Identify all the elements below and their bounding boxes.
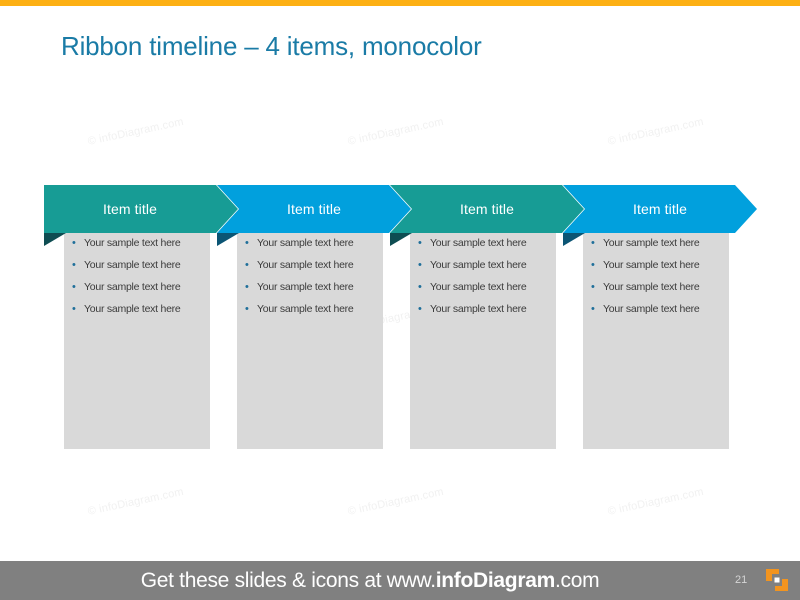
- bullet-text: Your sample text here: [430, 281, 527, 293]
- bullet-dot-icon: •: [245, 259, 249, 271]
- ribbon-shape: [217, 185, 411, 233]
- ribbon-shape: [563, 185, 757, 233]
- bullet-dot-icon: •: [72, 281, 76, 293]
- bullet-item: • Your sample text here: [72, 237, 202, 250]
- bullet-item: • Your sample text here: [245, 259, 375, 272]
- bullet-text: Your sample text here: [84, 237, 181, 249]
- bullet-item: • Your sample text here: [72, 303, 202, 316]
- bullet-dot-icon: •: [245, 303, 249, 315]
- bullet-item: • Your sample text here: [418, 303, 548, 316]
- bullet-text: Your sample text here: [603, 237, 700, 249]
- ribbon-fold-shadow: [563, 233, 585, 246]
- bullet-text: Your sample text here: [257, 303, 354, 315]
- bullet-item: • Your sample text here: [245, 281, 375, 294]
- bullet-dot-icon: •: [591, 259, 595, 271]
- slide-canvas: Ribbon timeline – 4 items, monocolor © i…: [0, 0, 800, 600]
- footer-brand: infoDiagram: [435, 569, 556, 592]
- item-body-panel: • Your sample text here • Your sample text …: [237, 227, 383, 449]
- bullet-dot-icon: •: [418, 281, 422, 293]
- ribbon-fold-shadow: [217, 233, 239, 246]
- item-body-panel: • Your sample text here • Your sample text …: [583, 227, 729, 449]
- bullet-item: • Your sample text here: [418, 237, 548, 250]
- ribbon-shape: [44, 185, 238, 233]
- bullet-dot-icon: •: [591, 281, 595, 293]
- bullet-text: Your sample text here: [430, 303, 527, 315]
- ribbon-header[interactable]: Item title: [390, 185, 584, 233]
- ribbon-fold-shadow: [390, 233, 412, 246]
- bullet-text: Your sample text here: [603, 259, 700, 271]
- bullet-item: • Your sample text here: [591, 281, 721, 294]
- page-number: 21: [735, 574, 748, 586]
- ribbon-shape: [390, 185, 584, 233]
- bullet-text: Your sample text here: [603, 281, 700, 293]
- bullet-item: • Your sample text here: [418, 281, 548, 294]
- ribbon-header[interactable]: Item title: [563, 185, 757, 233]
- bullet-item: • Your sample text here: [591, 303, 721, 316]
- bullet-dot-icon: •: [418, 303, 422, 315]
- bullet-item: • Your sample text here: [591, 237, 721, 250]
- bullet-item: • Your sample text here: [418, 259, 548, 272]
- bullet-item: • Your sample text here: [245, 303, 375, 316]
- bullet-item: • Your sample text here: [245, 237, 375, 250]
- bullet-text: Your sample text here: [257, 259, 354, 271]
- bullet-text: Your sample text here: [430, 259, 527, 271]
- bullet-text: Your sample text here: [84, 281, 181, 293]
- footer-prefix: Get these slides & icons at www.: [140, 569, 436, 592]
- bullet-dot-icon: •: [245, 281, 249, 293]
- bullet-text: Your sample text here: [84, 259, 181, 271]
- bullet-dot-icon: •: [418, 259, 422, 271]
- footer-suffix: .com: [554, 569, 600, 592]
- ribbon-header[interactable]: Item title: [44, 185, 238, 233]
- bullet-text: Your sample text here: [603, 303, 700, 315]
- bullet-item: • Your sample text here: [591, 259, 721, 272]
- ribbon-timeline: • Your sample text here • Your sample text …: [0, 0, 800, 600]
- bullet-text: Your sample text here: [84, 303, 181, 315]
- bullet-dot-icon: •: [591, 237, 595, 249]
- footer-text: Get these slides & icons at www.infoDiag…: [0, 561, 800, 600]
- ribbon-header[interactable]: Item title: [217, 185, 411, 233]
- ribbon-fold-shadow: [44, 233, 66, 246]
- bullet-text: Your sample text here: [257, 281, 354, 293]
- item-body-panel: • Your sample text here • Your sample text …: [64, 227, 210, 449]
- item-body-panel: • Your sample text here • Your sample text …: [410, 227, 556, 449]
- bullet-dot-icon: •: [72, 303, 76, 315]
- bullet-text: Your sample text here: [257, 237, 354, 249]
- bullet-item: • Your sample text here: [72, 259, 202, 272]
- bullet-text: Your sample text here: [430, 237, 527, 249]
- bullet-dot-icon: •: [591, 303, 595, 315]
- bullet-dot-icon: •: [72, 259, 76, 271]
- bullet-dot-icon: •: [245, 237, 249, 249]
- bullet-dot-icon: •: [418, 237, 422, 249]
- bullet-item: • Your sample text here: [72, 281, 202, 294]
- bullet-dot-icon: •: [72, 237, 76, 249]
- infodiagram-logo-icon: [766, 569, 788, 591]
